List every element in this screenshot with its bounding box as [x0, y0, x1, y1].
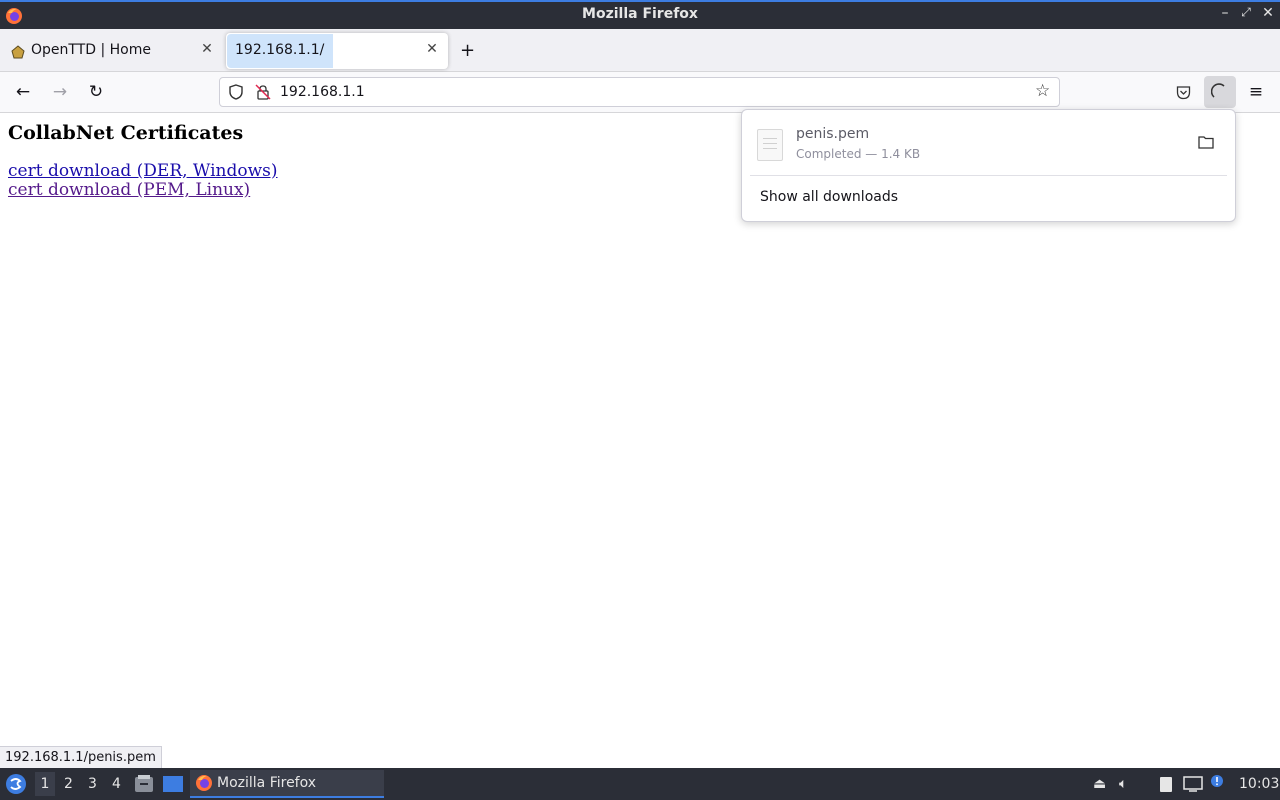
- cert-download-pem-link[interactable]: cert download (PEM, Linux): [8, 181, 278, 200]
- tab-label: 192.168.1.1/: [235, 42, 325, 58]
- file-icon: [757, 129, 783, 161]
- close-icon[interactable]: ✕: [1258, 5, 1278, 21]
- divider: [750, 175, 1227, 176]
- reload-icon[interactable]: ↻: [82, 78, 110, 106]
- link-list: cert download (DER, Windows) cert downlo…: [8, 162, 278, 200]
- desktop-icon[interactable]: [162, 775, 184, 793]
- bookmark-star-icon[interactable]: ☆: [1035, 81, 1050, 101]
- file-manager-icon[interactable]: [134, 774, 154, 794]
- notification-icon[interactable]: [1210, 774, 1224, 788]
- window-title: Mozilla Firefox: [582, 6, 698, 22]
- openttd-favicon-icon: [11, 45, 25, 59]
- workspace-1[interactable]: 1: [35, 772, 55, 796]
- tab-openttd[interactable]: OpenTTD | Home ✕: [0, 33, 222, 69]
- url-bar[interactable]: 192.168.1.1 ☆: [219, 77, 1060, 107]
- clipboard-icon[interactable]: [1157, 775, 1175, 793]
- menu-icon[interactable]: ≡: [1242, 78, 1270, 106]
- link-status-tooltip: 192.168.1.1/penis.pem: [0, 746, 162, 768]
- cert-download-der-link[interactable]: cert download (DER, Windows): [8, 162, 278, 181]
- clock: 10:03: [1239, 776, 1280, 792]
- tab-label: OpenTTD | Home: [31, 42, 151, 58]
- window-titlebar: Mozilla Firefox – ⤢ ✕: [0, 0, 1280, 29]
- start-menu-icon[interactable]: [5, 773, 27, 795]
- new-tab-button[interactable]: +: [460, 40, 475, 61]
- taskbar-firefox-app[interactable]: Mozilla Firefox: [190, 770, 384, 798]
- tray-eject-icon[interactable]: ⏏: [1093, 776, 1106, 792]
- tab-close-icon[interactable]: ✕: [199, 41, 215, 57]
- taskbar: 1 2 3 4 Mozilla Firefox ⏏ 🔈︎ 10:03: [0, 768, 1280, 800]
- forward-icon[interactable]: →: [46, 78, 74, 106]
- downloads-panel: penis.pem Completed — 1.4 KB Show all do…: [741, 109, 1236, 222]
- url-text: 192.168.1.1: [280, 84, 365, 100]
- workspace-3[interactable]: 3: [88, 776, 97, 792]
- navigation-toolbar: ← → ↻ 192.168.1.1 ☆ ≡: [0, 72, 1280, 113]
- download-filename[interactable]: penis.pem: [796, 126, 869, 142]
- folder-icon[interactable]: [1198, 134, 1214, 150]
- maximize-icon[interactable]: ⤢: [1236, 5, 1256, 20]
- downloads-icon: [1211, 83, 1225, 98]
- page-heading: CollabNet Certificates: [8, 122, 244, 144]
- workspace-4[interactable]: 4: [112, 776, 121, 792]
- firefox-logo-icon: [196, 775, 212, 791]
- lock-insecure-icon[interactable]: [255, 84, 271, 100]
- shield-icon[interactable]: [228, 84, 244, 100]
- minimize-icon[interactable]: –: [1215, 5, 1235, 21]
- workspace-2[interactable]: 2: [64, 776, 73, 792]
- page-content: CollabNet Certificates cert download (DE…: [8, 122, 278, 200]
- tab-active[interactable]: 192.168.1.1/ ✕: [226, 33, 448, 69]
- tab-close-icon[interactable]: ✕: [424, 41, 440, 57]
- back-icon[interactable]: ←: [9, 78, 37, 106]
- downloads-button[interactable]: [1204, 76, 1236, 108]
- show-all-downloads-button[interactable]: Show all downloads: [760, 189, 898, 205]
- tab-strip: OpenTTD | Home ✕ 192.168.1.1/ ✕ +: [0, 29, 1280, 72]
- network-icon[interactable]: [1183, 776, 1203, 792]
- pocket-icon[interactable]: [1176, 85, 1191, 100]
- volume-icon[interactable]: 🔈︎: [1119, 776, 1127, 792]
- taskbar-app-label: Mozilla Firefox: [217, 775, 317, 791]
- download-status: Completed — 1.4 KB: [796, 147, 921, 161]
